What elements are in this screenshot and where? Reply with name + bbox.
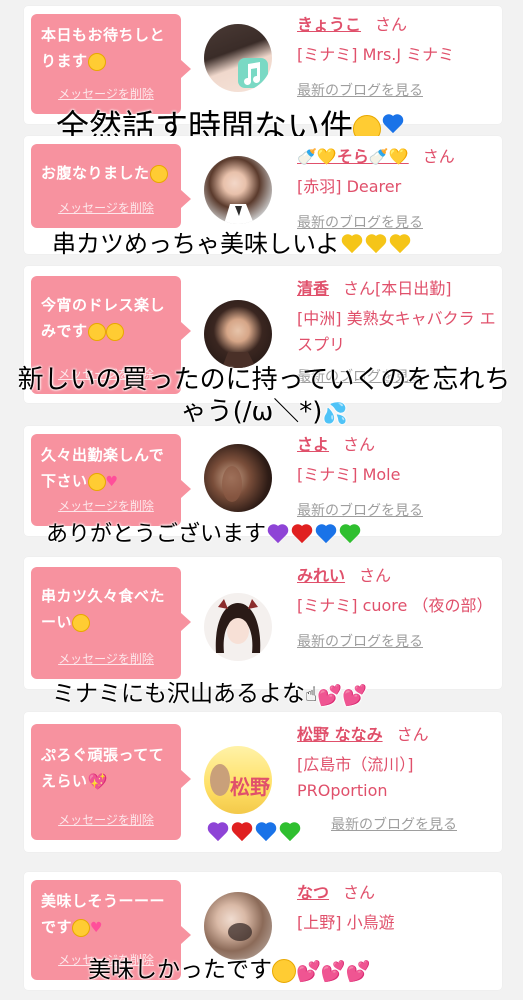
honorific: さん <box>359 566 392 585</box>
overlay-comment: 新しいの買ったのに持っていくのを忘れち ゃう(/ω＼*)💦 <box>8 364 520 429</box>
honorific: さん <box>422 147 455 166</box>
red-heart-icon <box>291 525 313 545</box>
sparkling-heart-icon: ♥ <box>90 919 104 936</box>
cast-name[interactable]: みれい <box>297 566 345 585</box>
red-heart-icon <box>231 823 253 843</box>
smiling-hearts-emoji-icon <box>87 322 106 341</box>
message-text: 美味しそうーーー です ♥ <box>41 888 171 941</box>
shop-name: [広島市（流川）] PROportion <box>297 755 414 800</box>
pointing-up-icon: ☝ <box>305 682 318 706</box>
cast-name[interactable]: さよ <box>297 435 329 454</box>
honorific: さん <box>375 15 408 34</box>
honorific: さん <box>343 883 376 902</box>
overlay-comment-line: 新しいの買ったのに持っていくのを忘れち <box>17 365 511 395</box>
shop-name: [ミナミ] Mole <box>297 465 401 484</box>
overlay-comment: ありがとうございます <box>46 516 362 548</box>
blue-heart-icon <box>315 525 337 545</box>
avatar[interactable] <box>204 24 272 92</box>
avatar[interactable]: 松野 <box>204 746 272 814</box>
purple-heart-icon <box>267 525 289 545</box>
purple-heart-icon <box>207 823 229 843</box>
message-card: 串カツ久々食べた ーい メッセージを削除 みれい さん [ミナミ] cuore （夜… <box>24 557 502 689</box>
honorific: さん <box>343 279 376 298</box>
green-heart-icon <box>279 823 301 843</box>
message-bubble: お腹なりました メッセージを削除 <box>31 144 191 228</box>
two-hearts-icon: 💕 <box>317 682 343 707</box>
cast-info: みれい さん [ミナミ] cuore （夜の部） 最新のブログを見る <box>297 565 496 651</box>
cast-info: さよ さん [ミナミ] Mole 最新のブログを見る <box>297 434 496 520</box>
shop-name: [ミナミ] cuore （夜の部） <box>297 596 493 615</box>
overlay-comment: 串カツめっちゃ美味しいよ <box>52 224 412 259</box>
two-hearts-icon: 💕 <box>320 958 346 983</box>
blog-link[interactable]: 最新のブログを見る <box>297 80 496 100</box>
cast-info: 🍼💛そら🍼💛 さん [赤羽] Dearer 最新のブログを見る <box>297 146 496 232</box>
cast-info: なつ さん [上野] 小鳥遊 <box>297 882 496 936</box>
overlay-comment-line: ゃう(/ω＼*)💦 <box>180 397 348 427</box>
cast-name[interactable]: きょうこ <box>297 15 361 34</box>
message-bubble: 本日もお待ちしと ります メッセージを削除 <box>31 14 191 114</box>
cast-info: きょうこ さん [ミナミ] Mrs.J ミナミ 最新のブログを見る <box>297 14 496 100</box>
message-text: ぷろぐ頑張ってて えらい💖 <box>41 732 171 795</box>
sparkling-heart-icon: ♥ <box>105 473 119 490</box>
pleading-face-emoji-icon <box>272 958 296 983</box>
shop-name: [上野] 小鳥遊 <box>297 913 395 932</box>
cast-name[interactable]: なつ <box>297 883 329 902</box>
yellow-heart-icon <box>389 235 411 255</box>
avatar[interactable] <box>204 593 272 661</box>
two-hearts-icon: 💕 <box>342 682 367 707</box>
blue-heart-icon <box>255 823 277 843</box>
smiling-hearts-emoji-icon <box>72 918 91 937</box>
overlay-comment: 美味しかったです 💕💕💕 <box>88 957 371 983</box>
music-note-avatar-icon <box>238 58 268 88</box>
blog-link[interactable]: 最新のブログを見る <box>297 631 496 651</box>
smiling-hearts-emoji-icon <box>72 613 91 632</box>
avatar[interactable] <box>204 156 272 224</box>
smiling-hearts-emoji-icon <box>105 322 124 341</box>
honorific: さん <box>343 435 376 454</box>
avatar-text: 松野 <box>230 775 270 799</box>
shop-name: [赤羽] Dearer <box>297 177 402 196</box>
cast-name[interactable]: 🍼💛そら🍼💛 <box>297 147 409 166</box>
blog-link[interactable]: 最新のブログを見る <box>297 814 496 834</box>
message-text: お腹なりました <box>41 152 171 186</box>
grinning-emoji-icon <box>87 472 106 491</box>
shop-name: [中洲] 美熟女キャバクラ エスプリ <box>297 309 496 354</box>
message-bubble: 久々出勤楽しんで 下さい ♥ メッセージを削除 <box>31 434 191 526</box>
name-card-avatar: 松野 <box>210 764 270 799</box>
illustration-avatar <box>215 599 261 653</box>
message-text: 今宵のドレス楽し みです <box>41 296 166 341</box>
avatar[interactable] <box>204 444 272 512</box>
two-hearts-icon: 💕 <box>296 958 321 983</box>
woman-photo-avatar <box>224 204 254 224</box>
delete-message-link[interactable]: メッセージを削除 <box>31 497 181 514</box>
sparkling-heart-icon: 💖 <box>87 771 108 791</box>
sweat-drops-icon: 💦 <box>322 401 348 425</box>
delete-message-link[interactable]: メッセージを削除 <box>31 811 181 828</box>
crying-emoji-icon <box>149 164 168 183</box>
green-heart-icon <box>339 525 361 545</box>
two-hearts-icon: 💕 <box>345 958 371 983</box>
delete-message-link[interactable]: メッセージを削除 <box>31 199 181 216</box>
overlay-comment: ミナミにも沢山あるよな☝💕💕 <box>52 681 367 707</box>
smile-emoji-icon <box>87 52 106 71</box>
attendance-status: [本日出勤] <box>375 279 452 298</box>
hair-photo-avatar <box>222 466 242 502</box>
honorific: さん <box>396 725 429 744</box>
woman-photo-avatar <box>222 352 256 368</box>
cast-name[interactable]: 清香 <box>297 279 329 298</box>
message-text: 串カツ久々食べた ーい <box>41 587 166 632</box>
avatar[interactable] <box>204 300 272 368</box>
cast-info: 松野 ななみ さん [広島市（流川）] PROportion 最新のブログを見る <box>297 724 496 834</box>
yellow-heart-icon <box>341 235 363 255</box>
cast-name[interactable]: 松野 ななみ <box>297 725 383 744</box>
message-text: 本日もお待ちしと ります <box>41 26 166 71</box>
message-text: 久々出勤楽しんで 下さい ♥ <box>41 442 171 495</box>
message-bubble: 串カツ久々食べた ーい メッセージを削除 <box>31 567 191 679</box>
yellow-heart-icon <box>365 235 387 255</box>
delete-message-link[interactable]: メッセージを削除 <box>31 650 181 667</box>
overlay-comment <box>206 818 302 846</box>
message-bubble: ぷろぐ頑張ってて えらい💖 メッセージを削除 <box>31 724 191 840</box>
shop-name: [ミナミ] Mrs.J ミナミ <box>297 45 455 64</box>
